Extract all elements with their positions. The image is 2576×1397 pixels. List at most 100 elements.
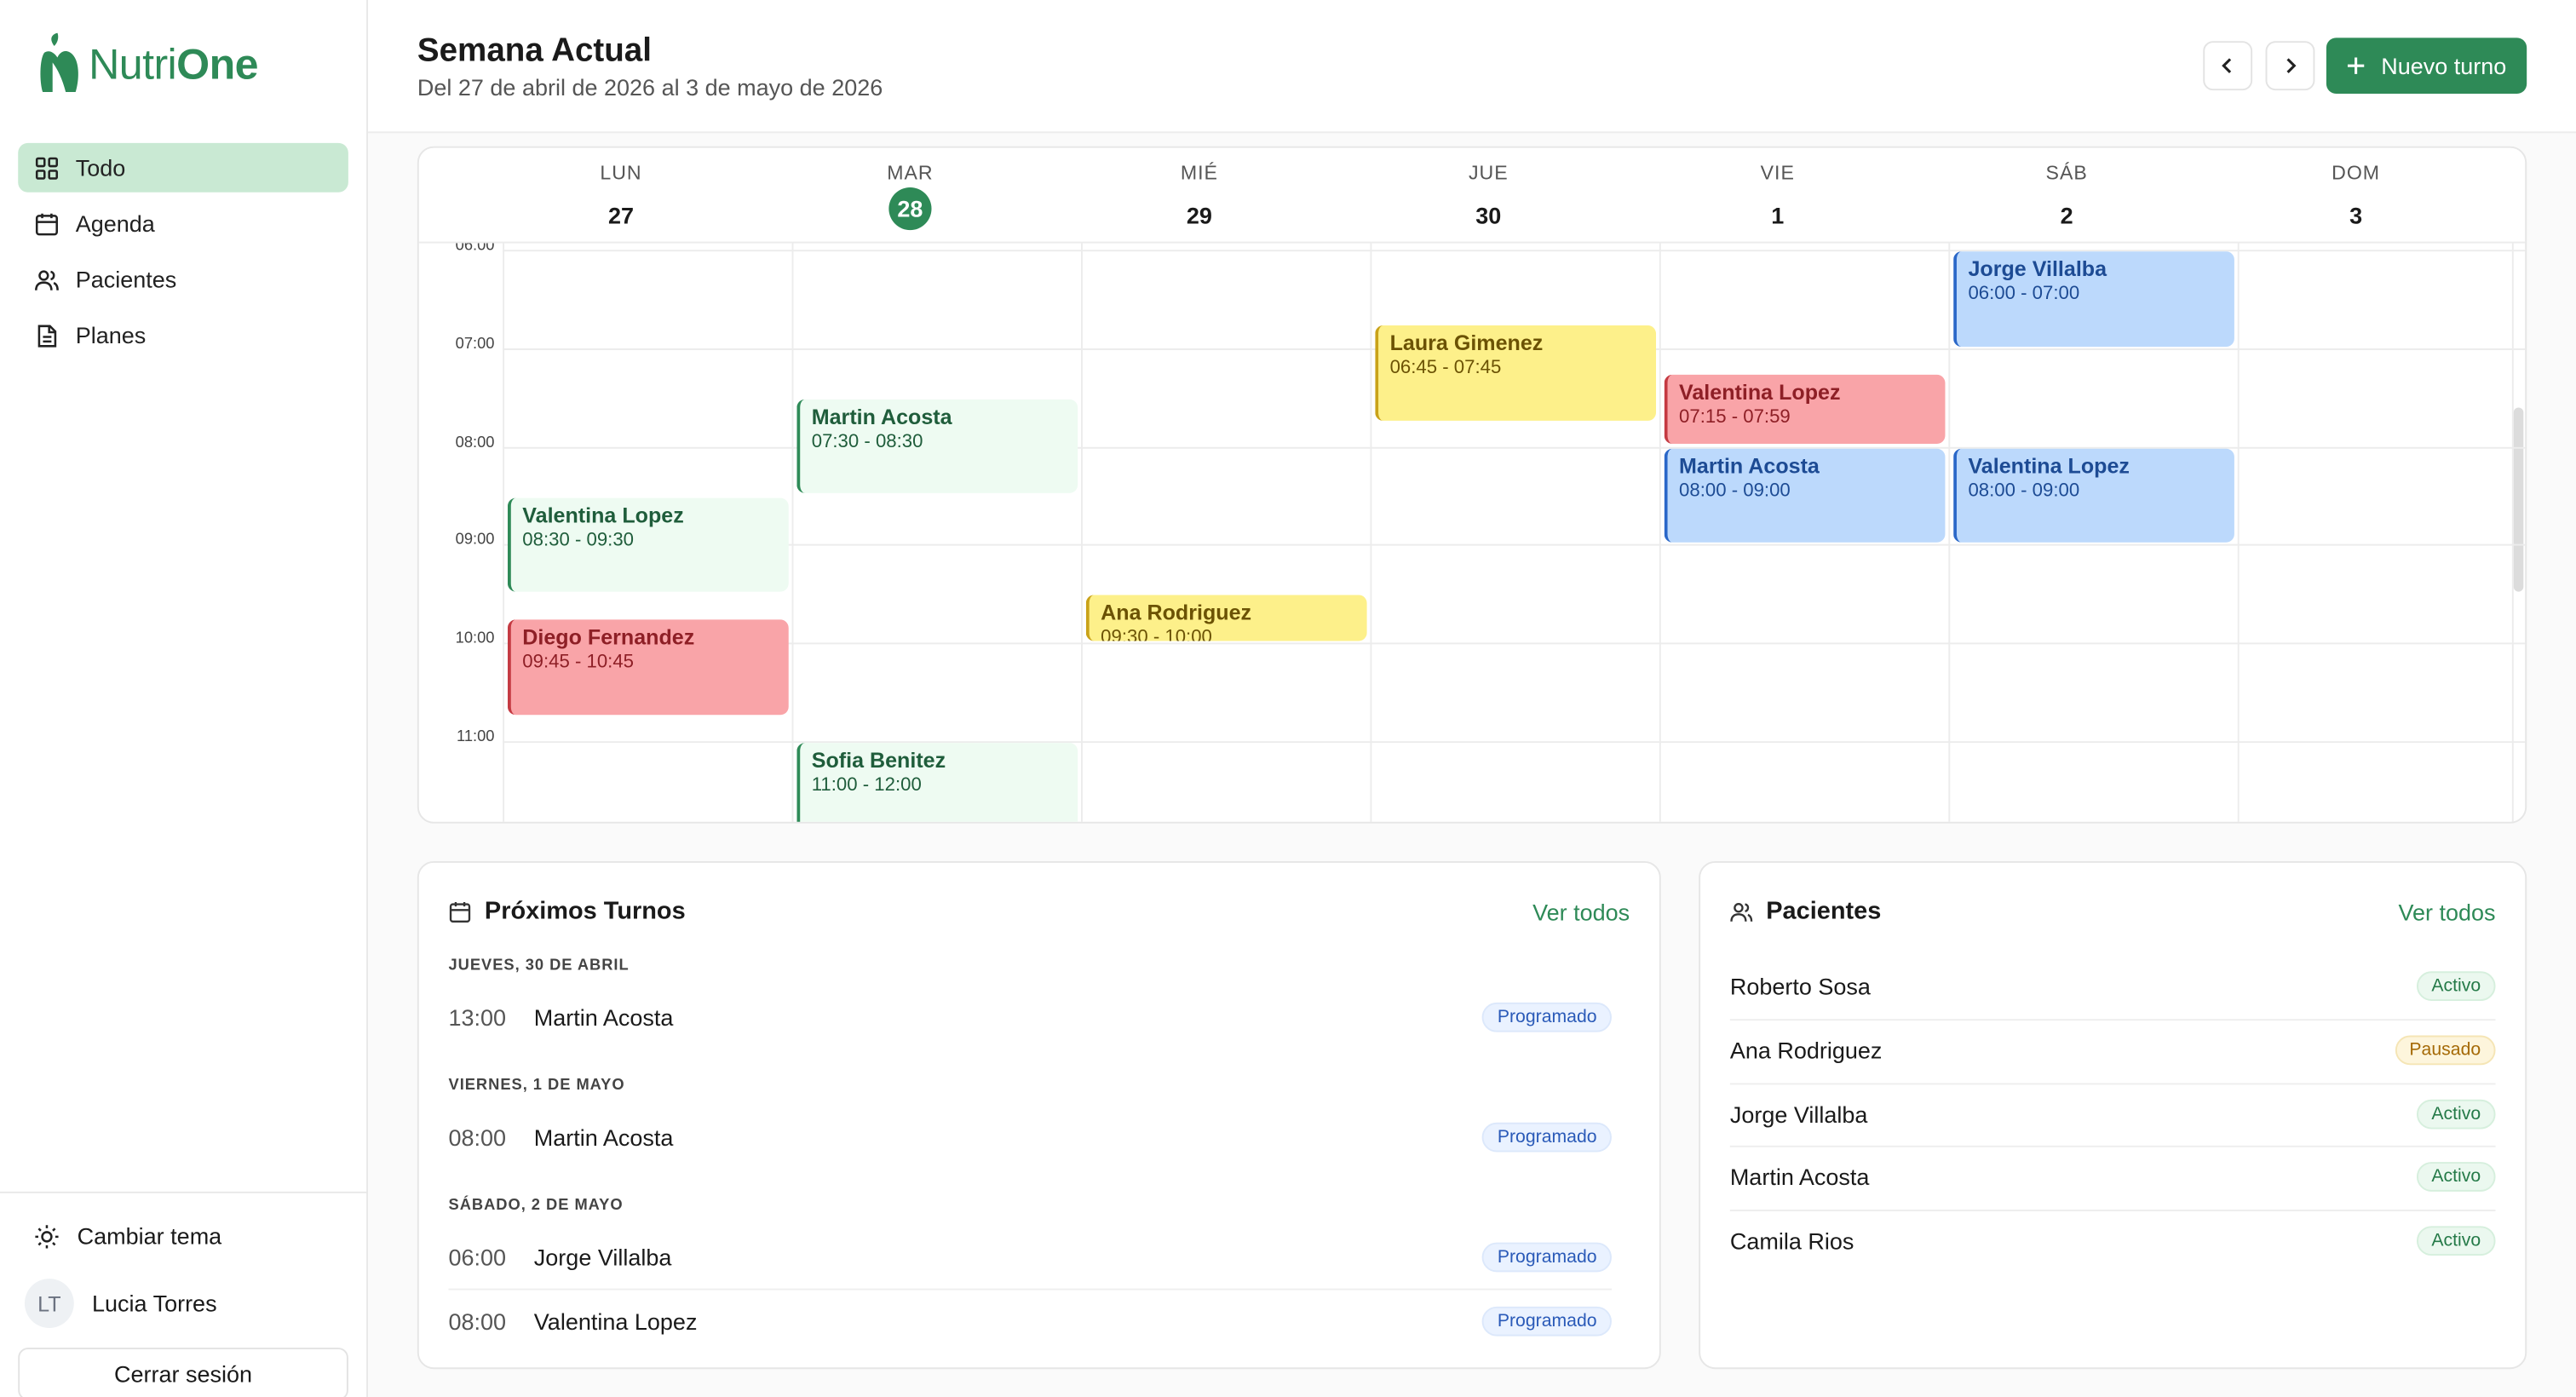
see-all-patients-link[interactable]: Ver todos — [2398, 899, 2495, 925]
appointment-block[interactable]: Diego Fernandez 09:45 - 10:45 — [507, 619, 789, 716]
day-column-divider — [503, 243, 505, 822]
day-number-wrap: 2 — [1922, 184, 2211, 237]
appointment-block[interactable]: Valentina Lopez 08:00 - 09:00 — [1953, 447, 2234, 543]
day-header[interactable]: JUE 30 — [1344, 148, 1633, 244]
user-name: Lucia Torres — [92, 1290, 217, 1317]
avatar: LT — [24, 1279, 74, 1328]
day-column-divider — [791, 243, 794, 822]
day-header[interactable]: SÁB 2 — [1922, 148, 2211, 244]
sidebar-item-pacientes[interactable]: Pacientes — [18, 255, 348, 304]
appointment-patient: Martin Acosta — [811, 404, 952, 428]
patient-name: Ana Rodriguez — [1729, 1037, 1883, 1063]
sidebar-item-agenda[interactable]: Agenda — [18, 198, 348, 248]
logout-button[interactable]: Cerrar sesión — [18, 1348, 348, 1397]
date-group-label: VIERNES, 1 DE MAYO — [448, 1076, 625, 1095]
calendar-icon — [35, 212, 58, 235]
day-number: 27 — [607, 202, 635, 229]
page-title: Semana Actual — [417, 32, 652, 70]
hour-line — [503, 544, 2526, 547]
time-label: 07:00 — [455, 335, 495, 354]
calendar-scrollbar[interactable] — [2513, 407, 2524, 592]
upcoming-title: Próximos Turnos — [484, 897, 686, 926]
appointment-block[interactable]: Jorge Villalba 06:00 - 07:00 — [1953, 251, 2234, 347]
appointment-patient: Sofia Benitez — [811, 747, 946, 773]
calendar-icon — [449, 901, 471, 923]
card-title: Pacientes — [1730, 897, 1881, 925]
appointment-block[interactable]: Martin Acosta 07:30 - 08:30 — [796, 399, 1078, 494]
document-icon — [37, 324, 57, 347]
new-appointment-label: Nuevo turno — [2381, 52, 2507, 79]
appointment-time: 08:30 - 09:30 — [522, 530, 635, 550]
day-header[interactable]: DOM 3 — [2211, 148, 2500, 244]
day-header[interactable]: LUN 27 — [476, 148, 765, 244]
appointment-row[interactable]: 06:00 Jorge Villalba Programado — [449, 1226, 1612, 1288]
sidebar-item-label: Pacientes — [75, 266, 177, 293]
day-column-divider — [1081, 243, 1083, 822]
patient-row[interactable]: Martin Acosta Activo — [1730, 1147, 2496, 1209]
day-name: SÁB — [2045, 161, 2088, 185]
time-label: 10:00 — [455, 630, 495, 648]
day-name: VIE — [1760, 161, 1795, 185]
day-column-divider — [1948, 243, 1951, 822]
appointment-time: 11:00 - 12:00 — [811, 775, 922, 796]
patient-row[interactable]: Jorge Villalba Activo — [1730, 1083, 2496, 1145]
patient-row[interactable]: Roberto Sosa Activo — [1730, 955, 2496, 1017]
appointment-time: 07:15 - 07:59 — [1679, 407, 1791, 428]
appointment-time: 06:00 - 07:00 — [1968, 284, 2080, 304]
new-appointment-button[interactable]: Nuevo turno — [2326, 37, 2527, 94]
day-header[interactable]: MAR 28 — [766, 148, 1055, 244]
day-number-wrap: 28 — [766, 184, 1055, 231]
day-column-divider — [1370, 243, 1372, 822]
patient-row[interactable]: Ana Rodriguez Pausado — [1730, 1019, 2496, 1081]
next-week-button[interactable] — [2265, 41, 2315, 91]
appointment-time: 09:30 - 10:00 — [1101, 628, 1212, 641]
appointment-patient: Jorge Villalba — [533, 1244, 672, 1271]
patient-row[interactable]: Camila Rios Activo — [1730, 1210, 2496, 1272]
card-title: Próximos Turnos — [449, 897, 686, 925]
appointment-block[interactable]: Martin Acosta 08:00 - 09:00 — [1664, 447, 1946, 543]
appointment-row[interactable]: 08:00 Valentina Lopez Programado — [449, 1291, 1612, 1353]
see-all-appointments-link[interactable]: Ver todos — [1532, 899, 1630, 925]
calendar-body[interactable]: 06:00 07:00 08:00 09:00 10:00 11:00 Valentina … — [419, 243, 2526, 822]
users-icon — [1730, 902, 1753, 921]
appointment-patient: Jorge Villalba — [1968, 256, 2107, 281]
day-number-wrap: 29 — [1055, 184, 1343, 237]
appointment-row[interactable]: 08:00 Martin Acosta Programado — [449, 1106, 1612, 1168]
appointment-block[interactable]: Valentina Lopez 08:30 - 09:30 — [507, 497, 789, 593]
sidebar: NutriOne Todo Agenda Pacientes Planes Ca… — [0, 0, 369, 1397]
appointment-time: 08:00 - 09:00 — [1679, 480, 1791, 501]
appointment-block[interactable]: Laura Gimenez 06:45 - 07:45 — [1375, 325, 1657, 421]
user-profile[interactable]: LT Lucia Torres — [24, 1279, 217, 1328]
sidebar-item-label: Agenda — [75, 210, 155, 237]
appointment-block[interactable]: Valentina Lopez 07:15 - 07:59 — [1664, 374, 1946, 444]
day-header[interactable]: MIÉ 29 — [1055, 148, 1343, 244]
appointment-time: 13:00 — [448, 1003, 507, 1031]
prev-week-button[interactable] — [2203, 41, 2253, 91]
appointment-time: 06:00 — [448, 1244, 507, 1271]
appointment-row[interactable]: 13:00 Martin Acosta Programado — [449, 986, 1612, 1049]
sidebar-footer: Cambiar tema LT Lucia Torres Cerrar sesi… — [0, 1191, 369, 1397]
chevron-right-icon — [2286, 58, 2297, 73]
change-theme-button[interactable]: Cambiar tema — [35, 1222, 222, 1249]
date-group-label: SÁBADO, 2 DE MAYO — [448, 1196, 624, 1215]
appointment-block[interactable]: Sofia Benitez 11:00 - 12:00 — [796, 743, 1078, 822]
time-label: 11:00 — [457, 727, 495, 746]
status-badge: Pausado — [2395, 1035, 2496, 1065]
sidebar-item-planes[interactable]: Planes — [18, 311, 348, 360]
day-name: JUE — [1468, 161, 1509, 185]
day-name: MAR — [887, 161, 934, 185]
day-number: 2 — [2060, 202, 2073, 229]
day-number-wrap: 1 — [1633, 184, 1922, 237]
day-name: DOM — [2332, 161, 2381, 185]
time-label: 09:00 — [455, 531, 495, 550]
status-badge: Activo — [2417, 1098, 2496, 1129]
logo[interactable]: NutriOne — [39, 32, 259, 95]
appointment-time: 08:00 - 09:00 — [1968, 480, 2080, 501]
sidebar-item-todo[interactable]: Todo — [18, 142, 348, 193]
patient-name: Jorge Villalba — [1729, 1100, 1868, 1127]
date-range: Del 27 de abril de 2026 al 3 de mayo de … — [417, 73, 883, 101]
week-calendar: LUN 27 MAR 28 MIÉ 29 JUE 30 VIE 1 SÁB 2 DOM 3 06:00 07… — [417, 146, 2527, 824]
appointment-block[interactable]: Ana Rodriguez 09:30 - 10:00 — [1085, 595, 1367, 641]
dashboard-icon — [35, 156, 58, 179]
day-header[interactable]: VIE 1 — [1633, 148, 1922, 244]
